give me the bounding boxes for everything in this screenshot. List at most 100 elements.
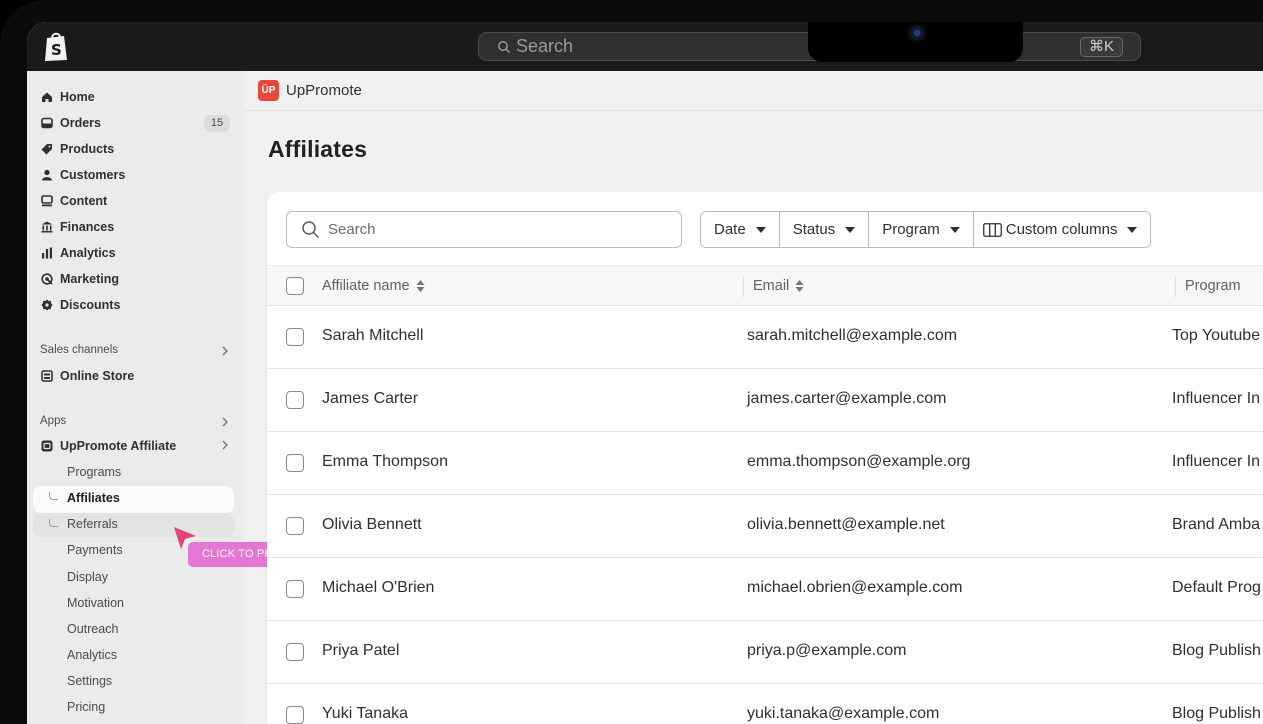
row-checkbox[interactable] — [286, 454, 304, 472]
camera-notch — [808, 22, 1023, 62]
table-row[interactable]: Emma Thompson emma.thompson@example.org … — [267, 432, 1263, 495]
sidebar-item-label: Products — [60, 142, 115, 156]
sidebar-item-orders[interactable]: Orders — [40, 112, 101, 134]
sidebar-subitem-programs[interactable]: Programs — [67, 462, 121, 482]
date-filter-button[interactable]: Date — [701, 212, 780, 247]
sidebar-subitem-display[interactable]: Display — [67, 567, 108, 587]
app-name: UpPromote — [286, 82, 362, 99]
sidebar-item-analytics[interactable]: Analytics — [40, 242, 116, 264]
program-filter-button[interactable]: Program — [869, 212, 974, 247]
select-all-checkbox[interactable] — [286, 277, 304, 295]
sidebar-subitem-outreach[interactable]: Outreach — [67, 619, 118, 639]
row-checkbox[interactable] — [286, 580, 304, 598]
target-icon — [40, 273, 53, 286]
sidebar-subitem-pricing[interactable]: Pricing — [67, 697, 105, 717]
sidebar-subitem-referrals[interactable]: Referrals — [67, 514, 118, 534]
chevron-right-icon[interactable] — [220, 440, 230, 450]
shortcut-key: ⌘K — [1079, 37, 1123, 57]
table-header: Affiliate name Email Program — [267, 265, 1263, 306]
row-checkbox[interactable] — [286, 643, 304, 661]
store-icon — [40, 370, 53, 383]
sidebar-item-marketing[interactable]: Marketing — [40, 268, 119, 290]
sidebar-item-uppromote-affiliate[interactable]: UpPromote Affiliate — [40, 435, 176, 457]
column-divider — [743, 276, 744, 297]
page-title: Affiliates — [268, 136, 368, 162]
content-icon — [40, 195, 53, 208]
svg-text:S: S — [51, 41, 62, 59]
filter-label: Status — [792, 221, 836, 238]
sidebar-subitem-analytics[interactable]: Analytics — [67, 645, 117, 665]
sidebar-subitem-payments[interactable]: Payments — [67, 540, 123, 560]
chevron-right-icon[interactable] — [220, 346, 230, 356]
person-icon — [40, 169, 53, 182]
orders-count-badge: 15 — [204, 115, 230, 132]
affiliate-email: olivia.bennett@example.net — [747, 516, 945, 533]
sidebar-item-label: Customers — [60, 168, 126, 182]
affiliate-name[interactable]: James Carter — [322, 390, 418, 408]
column-header-affiliate-name[interactable]: Affiliate name — [322, 278, 425, 294]
sidebar-item-customers[interactable]: Customers — [40, 164, 125, 186]
affiliates-card: Search Date Status Program Custom column… — [267, 192, 1263, 724]
sidebar-item-content[interactable]: Content — [40, 190, 107, 212]
affiliate-search-input[interactable]: Search — [286, 211, 682, 248]
affiliate-name[interactable]: Sarah Mitchell — [322, 327, 423, 345]
table-row[interactable]: James Carter james.carter@example.com In… — [267, 369, 1263, 432]
table-row[interactable]: Yuki Tanaka yuki.tanaka@example.com Blog… — [267, 684, 1263, 724]
table-row[interactable]: Priya Patel priya.p@example.com Blog Pub… — [267, 621, 1263, 684]
affiliate-email: michael.obrien@example.com — [747, 579, 963, 596]
sidebar-item-label: Orders — [60, 116, 101, 130]
device-frame: S Search ⌘K Home Orders Products Custome… — [0, 0, 1263, 724]
custom-columns-button[interactable]: Custom columns — [973, 212, 1151, 247]
caret-down-icon — [755, 226, 766, 233]
table-row[interactable]: Michael O'Brien michael.obrien@example.c… — [267, 558, 1263, 621]
column-header-email[interactable]: Email — [753, 278, 804, 294]
chevron-right-icon[interactable] — [220, 417, 230, 427]
status-filter-button[interactable]: Status — [779, 212, 870, 247]
screen: S Search ⌘K Home Orders Products Custome… — [27, 22, 1263, 724]
affiliate-name[interactable]: Olivia Bennett — [322, 516, 422, 534]
uppromote-logo: ÜP — [258, 80, 279, 101]
table-row[interactable]: Sarah Mitchell sarah.mitchell@example.co… — [267, 306, 1263, 369]
sidebar-item-label: Home — [60, 90, 95, 104]
affiliate-name[interactable]: Priya Patel — [322, 642, 399, 660]
apps-heading[interactable]: Apps — [40, 415, 66, 427]
sidebar-item-label: Marketing — [60, 272, 120, 286]
row-checkbox[interactable] — [286, 391, 304, 409]
bar-chart-icon — [40, 247, 53, 260]
search-icon — [498, 40, 511, 53]
camera-icon — [907, 23, 927, 43]
sidebar-subitem-affiliates[interactable]: Affiliates — [67, 488, 120, 508]
app-header: ÜP UpPromote — [244, 71, 1263, 111]
sidebar-item-discounts[interactable]: Discounts — [40, 294, 120, 316]
sidebar-item-products[interactable]: Products — [40, 138, 114, 160]
filter-label: Custom columns — [1005, 221, 1118, 238]
sidebar-item-online-store[interactable]: Online Store — [40, 365, 134, 387]
row-checkbox[interactable] — [286, 517, 304, 535]
columns-icon — [982, 222, 1002, 237]
sidebar-item-home[interactable]: Home — [40, 86, 95, 108]
sidebar-subitem-motivation[interactable]: Motivation — [67, 593, 124, 613]
affiliate-program: Blog Publish — [1172, 642, 1261, 659]
search-icon — [302, 221, 320, 239]
admin-topbar: S Search ⌘K — [27, 22, 1263, 71]
tag-icon — [40, 143, 53, 156]
sidebar-item-label: Online Store — [60, 369, 135, 383]
sidebar-item-finances[interactable]: Finances — [40, 216, 114, 238]
affiliate-name[interactable]: Michael O'Brien — [322, 579, 434, 597]
row-checkbox[interactable] — [286, 706, 304, 724]
affiliate-email: yuki.tanaka@example.com — [747, 705, 940, 722]
sales-channels-heading[interactable]: Sales channels — [40, 344, 118, 356]
affiliate-program: Influencer In — [1172, 453, 1261, 470]
affiliate-email: james.carter@example.com — [747, 390, 947, 407]
filter-label: Date — [714, 221, 746, 238]
sort-icon — [416, 280, 425, 292]
sidebar-subitem-settings[interactable]: Settings — [67, 671, 112, 691]
app-icon — [40, 440, 53, 453]
affiliate-name[interactable]: Emma Thompson — [322, 453, 448, 471]
affiliate-name[interactable]: Yuki Tanaka — [322, 705, 408, 723]
column-header-program[interactable]: Program — [1185, 278, 1241, 294]
row-checkbox[interactable] — [286, 328, 304, 346]
hover-subitem-highlight — [33, 513, 234, 537]
shopify-logo-icon[interactable]: S — [42, 31, 70, 62]
table-row[interactable]: Olivia Bennett olivia.bennett@example.ne… — [267, 495, 1263, 558]
